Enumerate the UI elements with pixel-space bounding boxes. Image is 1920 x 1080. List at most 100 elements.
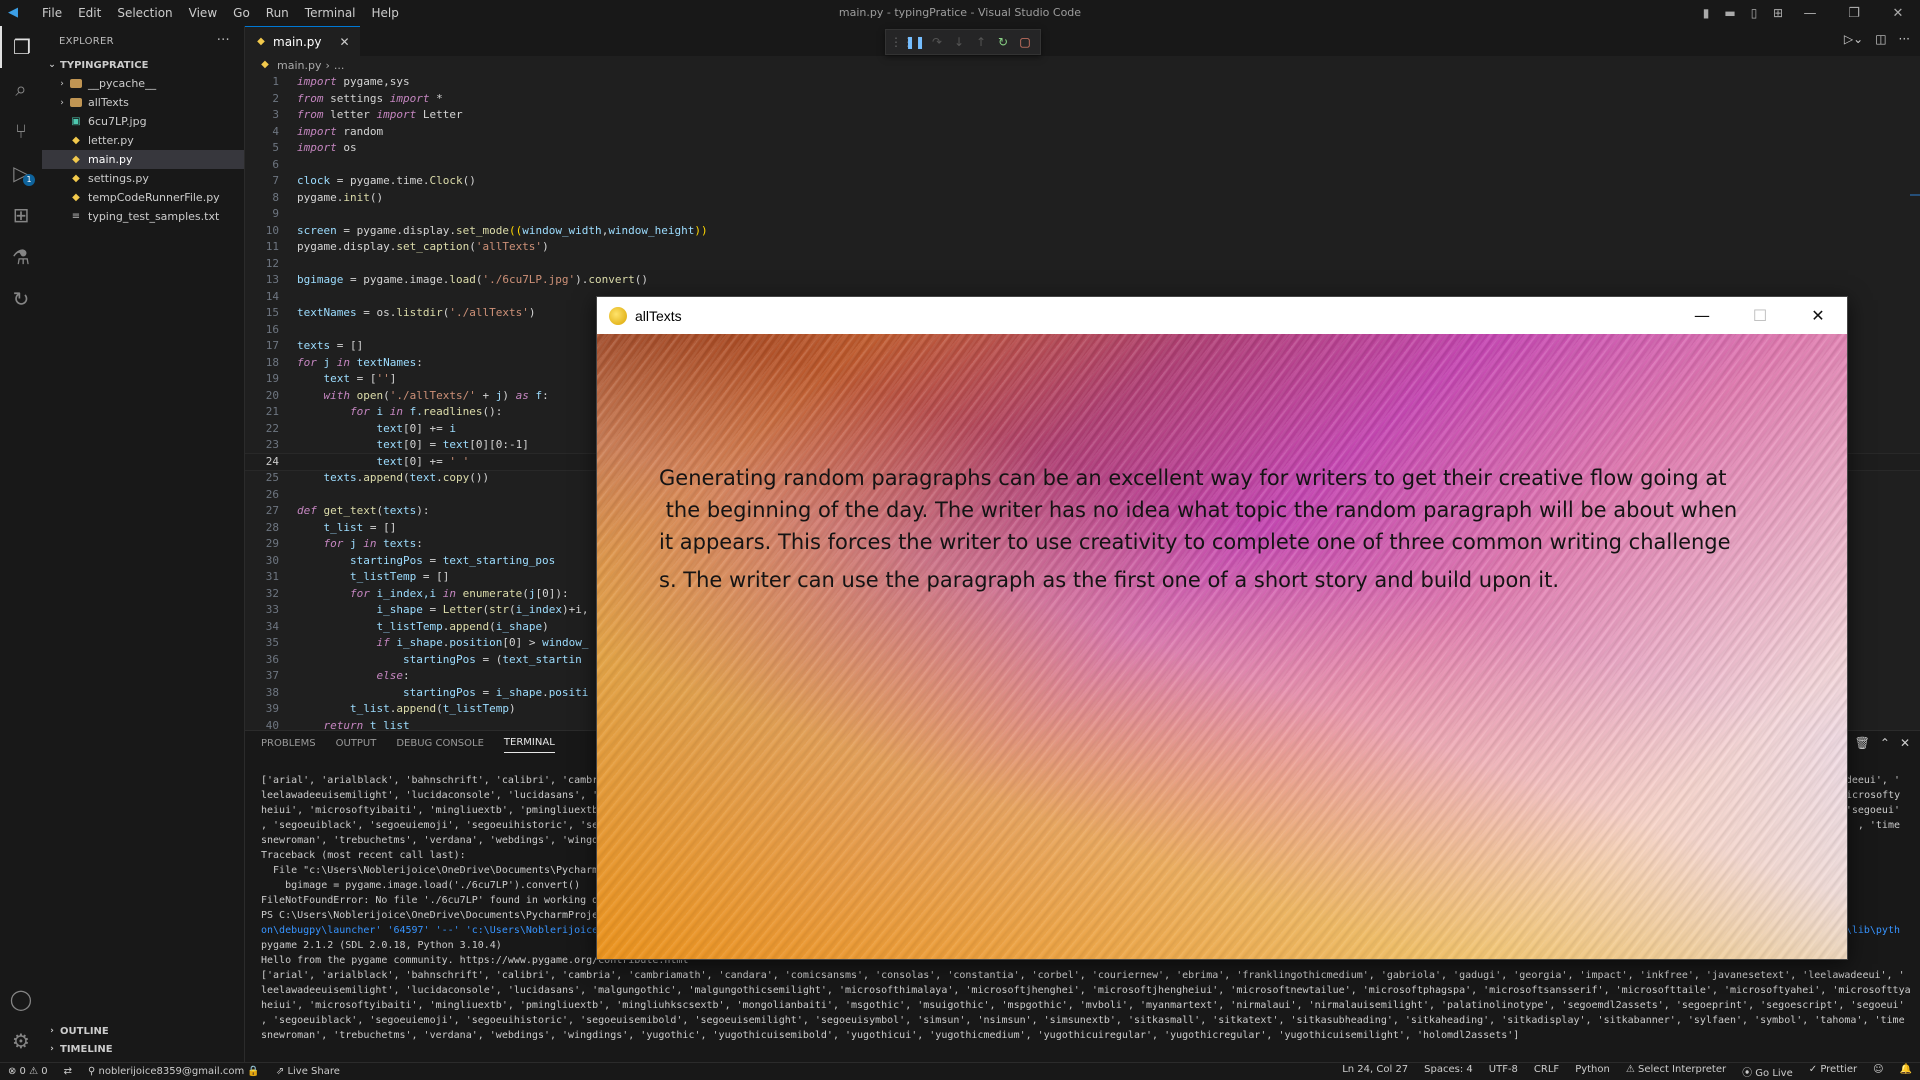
- code-token: t_listTemp: [376, 619, 443, 633]
- text-file-icon: ≡: [71, 210, 81, 222]
- encoding[interactable]: UTF-8: [1481, 1064, 1526, 1079]
- cursor-position[interactable]: Ln 24, Col 27: [1334, 1064, 1416, 1079]
- extensions-icon[interactable]: ⊞: [0, 194, 42, 236]
- code-line[interactable]: 12: [245, 256, 1920, 273]
- code-token: pygame.display.: [297, 240, 397, 253]
- close-icon[interactable]: ✕: [340, 35, 350, 49]
- interpreter-label: Select Interpreter: [1638, 1064, 1727, 1075]
- tab-main-py[interactable]: ◆ main.py ✕: [245, 26, 360, 56]
- menu-help[interactable]: Help: [364, 6, 407, 20]
- code-line[interactable]: 8 pygame.init(): [245, 190, 1920, 207]
- settings-gear-icon[interactable]: ⚙: [0, 1020, 42, 1062]
- tree-item-label: letter.py: [88, 134, 134, 147]
- tree-item-6cu7lp[interactable]: ▣ 6cu7LP.jpg: [42, 112, 244, 131]
- code-line[interactable]: 6: [245, 157, 1920, 174]
- menu-edit[interactable]: Edit: [70, 6, 109, 20]
- run-debug-icon[interactable]: ▷ 1: [0, 152, 42, 194]
- drag-handle-icon[interactable]: ⋮⋮: [890, 35, 914, 49]
- more-actions-icon[interactable]: ···: [1899, 32, 1910, 46]
- indentation[interactable]: Spaces: 4: [1416, 1064, 1481, 1079]
- maximize-panel-icon[interactable]: ⌃: [1880, 736, 1890, 750]
- timeline-section[interactable]: › TIMELINE: [42, 1040, 244, 1058]
- tab-terminal[interactable]: TERMINAL: [503, 733, 555, 753]
- pygame-canvas[interactable]: Generating random paragraphs can be an e…: [597, 334, 1847, 959]
- tree-item-tempcoderunner[interactable]: ◆ tempCodeRunnerFile.py: [42, 188, 244, 207]
- step-into-icon[interactable]: ↓: [948, 35, 970, 49]
- restart-icon[interactable]: ↻: [992, 35, 1014, 49]
- feedback-icon[interactable]: ☺: [1865, 1064, 1891, 1079]
- tree-item-alltexts[interactable]: › allTexts: [42, 93, 244, 112]
- split-editor-icon[interactable]: ◫: [1875, 32, 1886, 46]
- code-line[interactable]: 4 import random: [245, 124, 1920, 141]
- remote-icon[interactable]: ↻: [0, 278, 42, 320]
- testing-icon[interactable]: ⚗: [0, 236, 42, 278]
- live-share-status[interactable]: ⇗ Live Share: [268, 1066, 348, 1077]
- menu-view[interactable]: View: [181, 6, 225, 20]
- tree-item-settings-py[interactable]: ◆ settings.py: [42, 169, 244, 188]
- tab-problems[interactable]: PROBLEMS: [261, 734, 316, 753]
- code-line[interactable]: 5 import os: [245, 140, 1920, 157]
- layout-sidebar-right-icon[interactable]: ▯: [1744, 0, 1764, 26]
- menu-go[interactable]: Go: [225, 6, 258, 20]
- code-line[interactable]: 9: [245, 206, 1920, 223]
- menu-selection[interactable]: Selection: [109, 6, 180, 20]
- tree-item-typing-samples[interactable]: ≡ typing_test_samples.txt: [42, 207, 244, 226]
- customize-layout-icon[interactable]: ⊞: [1768, 0, 1788, 26]
- interpreter-select[interactable]: ⚠ Select Interpreter: [1618, 1064, 1734, 1079]
- minimize-button[interactable]: —: [1788, 0, 1832, 26]
- menu-run[interactable]: Run: [258, 6, 297, 20]
- close-window-button[interactable]: ✕: [1876, 0, 1920, 26]
- tree-item-main-py[interactable]: ◆ main.py: [42, 150, 244, 169]
- tab-debug-console[interactable]: DEBUG CONSOLE: [396, 734, 484, 753]
- close-panel-icon[interactable]: ✕: [1900, 736, 1910, 750]
- tab-output[interactable]: OUTPUT: [336, 734, 377, 753]
- pygame-title-bar[interactable]: allTexts — ☐ ✕: [597, 297, 1847, 334]
- layout-sidebar-icon[interactable]: ▮: [1696, 0, 1716, 26]
- minimap-slider[interactable]: [1910, 194, 1920, 196]
- account-icon[interactable]: ◯: [0, 978, 42, 1020]
- project-folder-header[interactable]: ⌄ TYPINGPRATICE: [42, 56, 244, 74]
- breadcrumb-symbol[interactable]: ...: [334, 59, 345, 72]
- code-line[interactable]: 3 from letter import Letter: [245, 107, 1920, 124]
- tree-item-pycache[interactable]: › __pycache__: [42, 74, 244, 93]
- code-line[interactable]: 13 bgimage = pygame.image.load('./6cu7LP.…: [245, 272, 1920, 289]
- line-number: 6: [272, 157, 279, 171]
- tree-item-letter-py[interactable]: ◆ letter.py: [42, 131, 244, 150]
- end-of-line[interactable]: CRLF: [1526, 1064, 1567, 1079]
- code-token: import: [297, 75, 337, 88]
- layout-panel-icon[interactable]: ▬: [1720, 0, 1740, 26]
- menu-file[interactable]: File: [34, 6, 70, 20]
- go-live-status[interactable]: ⦿ Go Live: [1734, 1064, 1801, 1079]
- run-file-icon[interactable]: ▷⌄: [1844, 32, 1863, 46]
- restore-button[interactable]: ❐: [1832, 0, 1876, 26]
- more-actions-icon[interactable]: ···: [217, 33, 230, 48]
- code-line[interactable]: 7 clock = pygame.time.Clock(): [245, 173, 1920, 190]
- breadcrumb-file[interactable]: main.py: [277, 59, 321, 72]
- source-control-icon[interactable]: ⑂: [0, 110, 42, 152]
- account-status[interactable]: ⚲ noblerijoice8359@gmail.com 🔒: [80, 1066, 268, 1077]
- sync-icon[interactable]: ⇄: [56, 1066, 80, 1077]
- pygame-close-button[interactable]: ✕: [1789, 297, 1847, 334]
- pygame-minimize-button[interactable]: —: [1673, 297, 1731, 334]
- problems-status[interactable]: ⊗ 0 ⚠ 0: [0, 1066, 56, 1077]
- notifications-icon[interactable]: 🔔: [1892, 1064, 1920, 1079]
- code-line[interactable]: 10 screen = pygame.display.set_mode((wind…: [245, 223, 1920, 240]
- prettier-status[interactable]: ✓ Prettier: [1801, 1064, 1865, 1079]
- explorer-icon[interactable]: ❐: [0, 26, 42, 68]
- explorer-header: EXPLORER ···: [42, 26, 244, 56]
- pause-icon[interactable]: ❚❚: [904, 35, 926, 49]
- code-line[interactable]: 1 import pygame,sys: [245, 74, 1920, 91]
- outline-section[interactable]: › OUTLINE: [42, 1022, 244, 1040]
- code-token: = []: [363, 520, 397, 534]
- code-line[interactable]: 11 pygame.display.set_caption('allTexts'): [245, 239, 1920, 256]
- pygame-maximize-button[interactable]: ☐: [1731, 297, 1789, 334]
- step-over-icon[interactable]: ↷: [926, 35, 948, 49]
- code-line[interactable]: 2 from settings import *: [245, 91, 1920, 108]
- code-token: pygame.: [297, 190, 344, 204]
- step-out-icon[interactable]: ↑: [970, 35, 992, 49]
- stop-icon[interactable]: ▢: [1014, 35, 1036, 49]
- trash-icon[interactable]: 🗑: [1855, 736, 1870, 750]
- language-mode[interactable]: Python: [1567, 1064, 1618, 1079]
- search-icon[interactable]: ⌕: [0, 68, 42, 110]
- menu-terminal[interactable]: Terminal: [297, 6, 364, 20]
